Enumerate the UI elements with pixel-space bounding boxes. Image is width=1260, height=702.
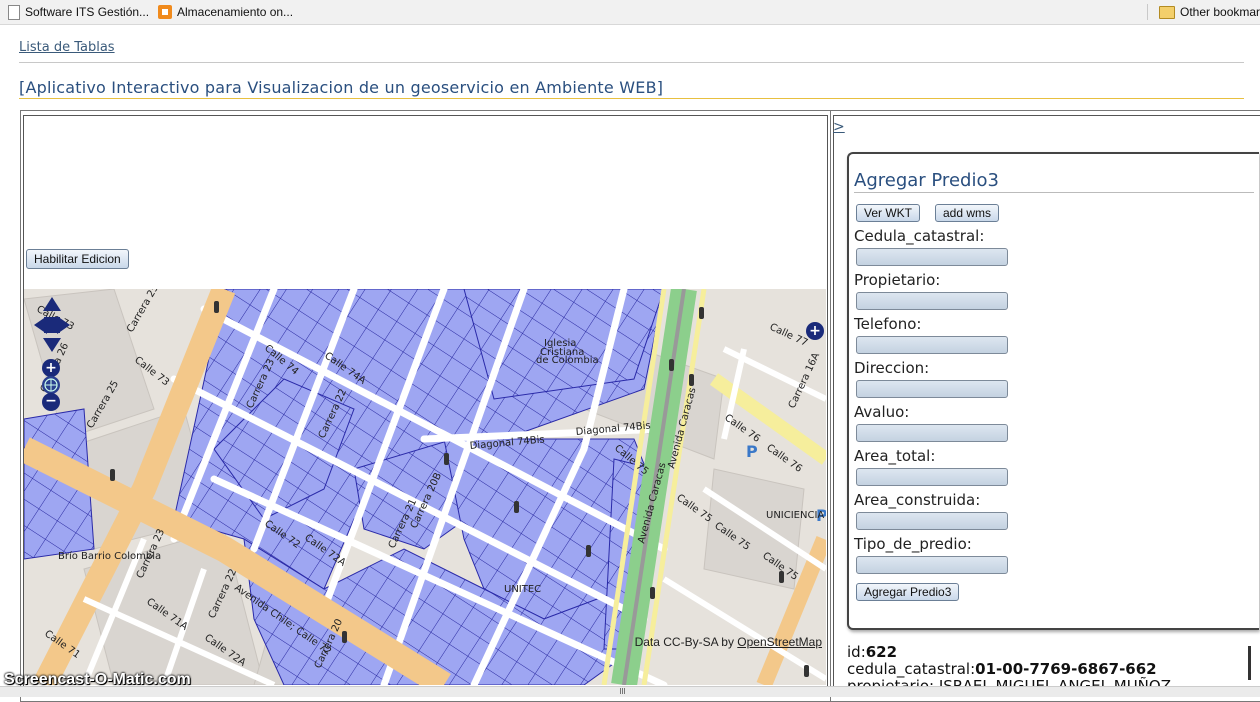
scroll-grip-icon	[620, 688, 626, 694]
bookmark-label: Other bookmar	[1180, 5, 1260, 19]
bookmark-almacenamiento[interactable]: Almacenamiento on...	[158, 4, 293, 20]
info-cedula-value: 01-00-7769-6867-662	[975, 660, 1157, 678]
built-area-label: Area_construida:	[854, 491, 981, 509]
zoom-out-button[interactable]: −	[42, 393, 60, 411]
phone-input[interactable]	[856, 336, 1008, 354]
appraisal-label: Avaluo:	[854, 403, 910, 421]
zoom-world-icon[interactable]	[42, 376, 60, 394]
info-cedula-label: cedula_catastral:	[847, 660, 976, 678]
info-id-value: 622	[865, 643, 898, 661]
parcel-type-input[interactable]	[856, 556, 1008, 574]
map-viewport[interactable]: P P Calle 73Calle 73Carrera 25Carrera 26…	[24, 289, 826, 685]
bookmark-label: Almacenamiento on...	[177, 5, 294, 19]
enable-editing-button[interactable]: Habilitar Edicion	[26, 249, 129, 269]
title-underline	[19, 98, 1244, 99]
folder-icon	[1159, 5, 1175, 19]
divider	[19, 62, 1244, 63]
expand-link[interactable]: >	[833, 119, 845, 135]
map-street-label: UNICIENCIA	[766, 510, 824, 521]
total-area-label: Area_total:	[854, 447, 936, 465]
pan-control[interactable]	[34, 297, 70, 352]
page-title: [Aplicativo Interactivo para Visualizaci…	[19, 78, 664, 97]
owner-label: Propietario:	[854, 271, 941, 289]
map-street-label: de Colombia	[536, 355, 599, 366]
total-area-input[interactable]	[856, 468, 1008, 486]
appraisal-input[interactable]	[856, 424, 1008, 442]
map-tiles: P P Calle 73Calle 73Carrera 25Carrera 26…	[24, 289, 826, 685]
cedula-label: Cedula_catastral:	[854, 227, 985, 245]
orange-square-icon	[158, 5, 172, 19]
bookmarks-bar: Software ITS Gestión... Almacenamiento o…	[0, 0, 1260, 25]
address-label: Direccion:	[854, 359, 930, 377]
phone-label: Telefono:	[854, 315, 922, 333]
map-attribution: Data CC-By-SA by OpenStreetMap	[635, 635, 822, 649]
zoom-in-button[interactable]: +	[42, 359, 60, 377]
bookmarks-divider	[1147, 4, 1148, 20]
owner-input[interactable]	[856, 292, 1008, 310]
svg-text:P: P	[746, 442, 758, 461]
add-wms-button[interactable]: add wms	[935, 204, 1000, 222]
parcel-type-label: Tipo_de_predio:	[854, 535, 972, 553]
built-area-input[interactable]	[856, 512, 1008, 530]
address-input[interactable]	[856, 380, 1008, 398]
cedula-input[interactable]	[856, 248, 1008, 266]
add-parcel-submit-button[interactable]: Agregar Predio3	[856, 583, 960, 601]
layer-switcher-button[interactable]: +	[806, 322, 824, 340]
map-street-label: UNITEC	[504, 584, 541, 595]
tables-list-link[interactable]: Lista de Tablas	[19, 40, 115, 55]
watermark: Screencast-O-Matic.com	[4, 671, 191, 688]
document-icon	[8, 4, 20, 20]
info-owner-partial: propietario: ISRAEL MIGUEL ANGEL MUÑOZ	[847, 677, 1171, 686]
bookmark-other-folder[interactable]: Other bookmar	[1159, 4, 1260, 20]
attribution-text: Data CC-By-SA by	[634, 635, 738, 649]
view-wkt-button[interactable]: Ver WKT	[856, 204, 921, 222]
info-id: id:622	[847, 643, 897, 661]
bookmark-software-its[interactable]: Software ITS Gestión...	[8, 4, 149, 20]
vertical-scrollbar[interactable]	[1248, 646, 1251, 680]
openstreetmap-link[interactable]: OpenStreetMap	[737, 635, 822, 649]
info-cedula: cedula_catastral:01-00-7769-6867-662	[847, 660, 1157, 678]
bookmark-label: Software ITS Gestión...	[25, 5, 150, 19]
form-title-rule	[854, 192, 1254, 193]
form-title: Agregar Predio3	[854, 170, 999, 191]
info-id-label: id:	[847, 643, 866, 661]
